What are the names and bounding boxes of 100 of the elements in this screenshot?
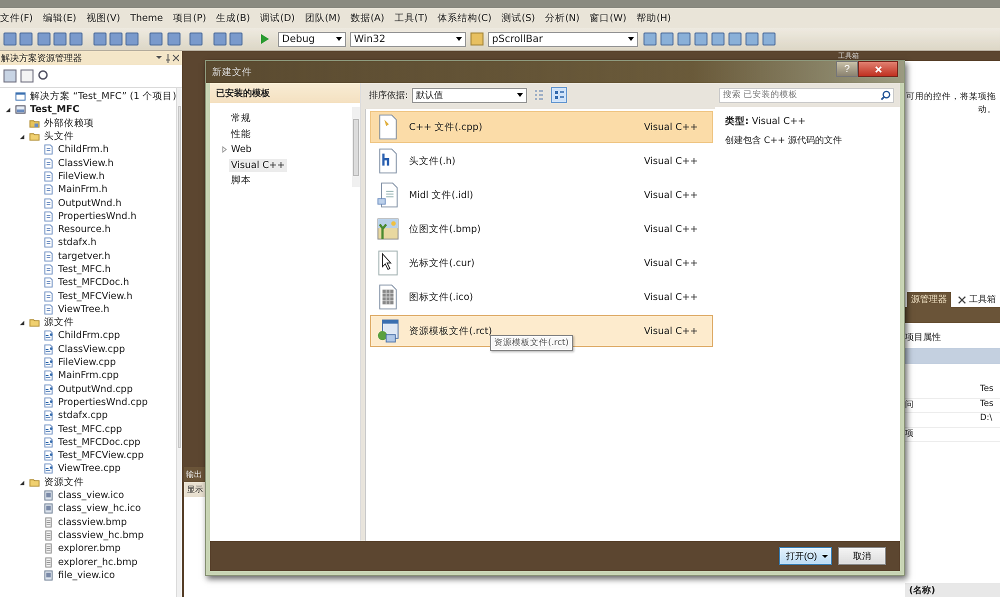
tree-item[interactable]: 资源文件: [44, 476, 84, 489]
sort-dropdown[interactable]: 默认值: [412, 88, 528, 102]
tree-item[interactable]: 解决方案 “Test_MFC” (1 个项目): [30, 90, 176, 104]
menu-item[interactable]: 分析(N): [545, 12, 580, 24]
template-item[interactable]: 位图文件(.bmp) Visual C++: [370, 213, 713, 245]
menu-item[interactable]: 窗口(W): [590, 12, 626, 24]
tree-item[interactable]: 头文件: [44, 130, 74, 144]
template-item[interactable]: 头文件(.h) Visual C++: [370, 145, 713, 177]
source-file-icon: [43, 330, 54, 342]
template-item[interactable]: Midl 文件(.idl) Visual C++: [370, 179, 713, 211]
tree-item[interactable]: Test_MFC.cpp: [58, 424, 122, 435]
tree-item[interactable]: class_view_hc.ico: [58, 503, 141, 514]
bitmap-file-icon: [43, 530, 54, 541]
tree-item[interactable]: explorer.bmp: [58, 543, 121, 554]
tree-item[interactable]: ChildFrm.h: [58, 144, 109, 156]
list-view-icon: [533, 89, 546, 101]
tree-item[interactable]: Test_MFCDoc.cpp: [58, 436, 140, 448]
expanded-arrow-icon[interactable]: [19, 319, 26, 326]
template-item[interactable]: C++ 文件(.cpp) Visual C++: [370, 111, 713, 143]
tree-item[interactable]: Test_MFCDoc.h: [58, 277, 130, 288]
tree-item[interactable]: stdafx.cpp: [58, 410, 108, 422]
menu-item[interactable]: 帮助(H): [636, 12, 671, 24]
image-file-icon: [43, 503, 54, 514]
category-item[interactable]: Visual C++: [229, 158, 287, 172]
tree-item[interactable]: file_view.ico: [58, 570, 115, 581]
menu-item[interactable]: 团队(M): [304, 12, 340, 24]
tree-item[interactable]: Test_MFC.h: [58, 264, 111, 275]
tree-item[interactable]: class_view.ico: [58, 490, 124, 502]
bitmap-file-icon: [43, 543, 54, 554]
sort-label: 排序依据:: [369, 90, 408, 102]
tree-item[interactable]: targetver.h: [58, 250, 110, 262]
pin-icon[interactable]: [155, 53, 179, 63]
tree-item[interactable]: FileView.cpp: [58, 357, 116, 368]
tree-item[interactable]: MainFrm.h: [58, 184, 108, 196]
tree-item[interactable]: FileView.h: [58, 170, 105, 182]
tree-item[interactable]: PropertiesWnd.h: [58, 210, 136, 222]
menu-item[interactable]: 生成(B): [216, 12, 250, 24]
tree-item[interactable]: explorer_hc.bmp: [58, 556, 138, 568]
tree-item[interactable]: MainFrm.cpp: [58, 370, 119, 382]
template-item[interactable]: 光标文件(.cur) Visual C++: [370, 247, 713, 279]
start-icon[interactable]: [260, 33, 270, 45]
expanded-arrow-icon[interactable]: [19, 478, 26, 486]
configuration-dropdown[interactable]: Debug: [278, 32, 346, 46]
collapsed-arrow-icon[interactable]: [221, 146, 228, 154]
tree-item[interactable]: OutputWnd.cpp: [58, 384, 133, 395]
expanded-arrow-icon[interactable]: [5, 106, 12, 114]
search-icon: [880, 90, 891, 100]
source-file-icon: [43, 450, 54, 462]
tree-item[interactable]: PropertiesWnd.cpp: [58, 396, 148, 408]
menu-item[interactable]: 项目(P): [173, 12, 206, 24]
source-file-icon: [43, 384, 54, 395]
menu-item[interactable]: 体系结构(C): [438, 12, 492, 24]
bitmap-icon: [377, 216, 399, 242]
header-file-icon: [43, 277, 54, 288]
platform-dropdown[interactable]: Win32: [350, 32, 466, 46]
cancel-button[interactable]: 取消: [838, 547, 886, 565]
close-button[interactable]: [858, 61, 898, 77]
tree-item[interactable]: ViewTree.h: [58, 304, 110, 315]
tree-item[interactable]: classview_hc.bmp: [58, 530, 144, 541]
category-item[interactable]: Web: [229, 143, 254, 156]
template-item[interactable]: 图标文件(.ico) Visual C++: [370, 281, 713, 313]
tree-item[interactable]: Test_MFC: [30, 104, 80, 116]
category-item[interactable]: 常规: [229, 111, 253, 126]
tree-item[interactable]: 外部依赖项: [44, 116, 94, 130]
panel-title: 解决方案资源管理器: [1, 52, 82, 64]
category-item[interactable]: 脚本: [229, 173, 253, 188]
panel-tab[interactable]: 源管理器: [907, 292, 951, 307]
find-icon[interactable]: [470, 32, 484, 46]
tile-view-icon: [553, 89, 566, 101]
tree-item[interactable]: 源文件: [44, 316, 74, 330]
category-item[interactable]: 性能: [229, 126, 253, 142]
search-field[interactable]: 搜索 已安装的模板: [719, 88, 894, 102]
icon-file-icon: [377, 284, 399, 310]
scrollbar[interactable]: [352, 107, 360, 187]
menu-item[interactable]: 测试(S): [502, 12, 536, 24]
menu-item[interactable]: 数据(A): [350, 12, 384, 24]
menu-item[interactable]: 视图(V): [86, 12, 120, 24]
medium-icons-view-button[interactable]: [551, 87, 568, 103]
menu-item[interactable]: Theme: [130, 12, 164, 24]
find-dropdown[interactable]: pScrollBar: [488, 32, 638, 46]
menu-item[interactable]: 编辑(E): [42, 12, 76, 24]
folder-icon: [29, 476, 40, 488]
menu-item[interactable]: 工具(T): [394, 12, 428, 24]
tree-item[interactable]: classview.bmp: [58, 516, 127, 528]
property-value: Tes: [980, 384, 994, 394]
tree-item[interactable]: ViewTree.cpp: [58, 463, 121, 474]
tree-item[interactable]: Test_MFCView.cpp: [58, 450, 144, 462]
menu-item[interactable]: 文件(F): [0, 12, 33, 24]
tree-item[interactable]: ClassView.h: [58, 158, 114, 169]
tree-item[interactable]: OutputWnd.h: [58, 198, 122, 209]
expanded-arrow-icon[interactable]: [19, 133, 26, 140]
tree-item[interactable]: stdafx.h: [58, 237, 97, 248]
scrollbar[interactable]: [176, 88, 182, 597]
tree-item[interactable]: ClassView.cpp: [58, 344, 125, 355]
tree-item[interactable]: Resource.h: [58, 224, 111, 236]
tree-item[interactable]: Test_MFCView.h: [58, 290, 132, 302]
property-name: 问: [905, 400, 914, 410]
menu-item[interactable]: 调试(D): [260, 12, 295, 24]
open-button[interactable]: 打开(O): [779, 547, 832, 565]
tree-item[interactable]: ChildFrm.cpp: [58, 330, 120, 342]
